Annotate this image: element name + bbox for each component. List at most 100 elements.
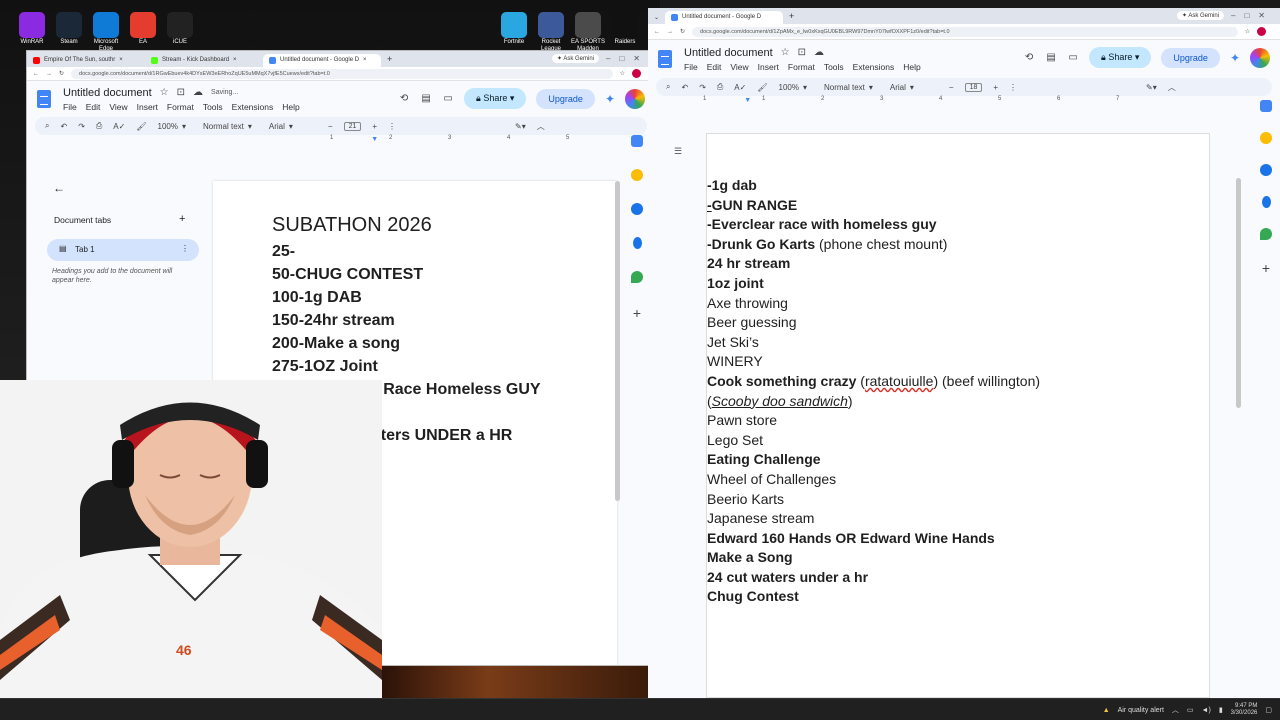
close-tab-icon[interactable]: × [233, 57, 237, 67]
back-icon[interactable]: ← [654, 29, 660, 35]
ruler[interactable]: 1 1 2 3 4 5 6 7 ▼ [703, 96, 1210, 106]
outline-icon[interactable]: ☰ [674, 146, 682, 157]
collapse-toolbar-icon[interactable]: ︿ [1168, 82, 1176, 93]
share-button[interactable]: 🔒︎ Share ▾ [464, 88, 527, 109]
contacts-icon[interactable] [632, 237, 642, 249]
bookmark-star-icon[interactable]: ☆ [1245, 28, 1250, 35]
menu-item-help[interactable]: Help [282, 102, 299, 112]
indent-marker-icon[interactable]: ▼ [744, 97, 751, 104]
new-tab-button[interactable]: + [381, 54, 398, 67]
close-tab-icon[interactable]: × [363, 57, 367, 67]
decrease-font-size-button[interactable]: − [949, 83, 954, 92]
window-controls[interactable]: –□✕ [606, 54, 649, 63]
reload-icon[interactable]: ↻ [59, 70, 64, 77]
increase-font-size-button[interactable]: + [993, 83, 998, 92]
profile-icon[interactable] [1257, 27, 1266, 36]
paint-format-icon[interactable]: 🖌︎ [757, 83, 767, 92]
menu-item-view[interactable]: View [730, 62, 748, 72]
doc-tab-1[interactable]: ▤ Tab 1 ⋮ [47, 239, 199, 261]
desktop-shortcut[interactable]: EA [123, 12, 163, 46]
forward-icon[interactable]: → [667, 29, 673, 35]
font-select[interactable]: Arial ▾ [890, 83, 938, 92]
search-menus-icon[interactable]: ⌕ [45, 121, 49, 131]
menu-item-format[interactable]: Format [788, 62, 815, 72]
history-icon[interactable]: ⟲ [398, 93, 410, 105]
more-options-icon[interactable]: ⋮ [388, 122, 396, 131]
zoom-select[interactable]: 100% ▾ [779, 83, 807, 92]
doc-title[interactable]: Untitled document [63, 87, 152, 99]
new-tab-button[interactable]: + [783, 11, 800, 24]
calendar-icon[interactable] [1260, 100, 1272, 112]
keep-icon[interactable] [631, 169, 643, 181]
window-controls[interactable]: –□✕ [1231, 11, 1274, 20]
upgrade-button[interactable]: Upgrade [536, 88, 595, 109]
share-button[interactable]: 🔒︎ Share ▾ [1089, 47, 1152, 68]
menu-item-file[interactable]: File [63, 102, 77, 112]
increase-font-size-button[interactable]: + [372, 122, 377, 131]
doc-title[interactable]: Untitled document [684, 47, 773, 59]
menu-item-tools[interactable]: Tools [824, 62, 844, 72]
volume-icon[interactable]: ◄) [1202, 707, 1211, 714]
get-addons-icon[interactable]: + [1262, 260, 1270, 276]
tab-google-doc[interactable]: Untitled document - Google D [665, 11, 784, 24]
undo-icon[interactable]: ↶ [681, 83, 688, 92]
star-icon[interactable]: ☆ [781, 47, 790, 58]
undo-icon[interactable]: ↶ [60, 122, 67, 131]
menu-item-edit[interactable]: Edit [707, 62, 722, 72]
paint-format-icon[interactable]: 🖌︎ [136, 122, 146, 131]
tray-overflow-icon[interactable]: ︿ [1172, 705, 1179, 715]
avatar[interactable] [625, 88, 645, 109]
desktop-shortcut[interactable]: EA SPORTS Madden [568, 12, 608, 53]
redo-icon[interactable]: ↷ [78, 122, 85, 131]
maps-icon[interactable] [1260, 228, 1272, 240]
avatar[interactable] [1250, 47, 1270, 68]
decrease-font-size-button[interactable]: − [328, 122, 333, 131]
close-tab-icon[interactable]: × [119, 57, 123, 67]
menu-item-extensions[interactable]: Extensions [853, 62, 895, 72]
battery-icon[interactable]: ▮ [1219, 706, 1223, 714]
browser-tab[interactable]: Stream - Kick Dashboard × [145, 54, 263, 67]
history-icon[interactable]: ⟲ [1023, 52, 1035, 64]
indent-marker-icon[interactable]: ▼ [371, 136, 378, 143]
maps-icon[interactable] [631, 271, 643, 283]
ask-gemini-button[interactable]: ✦ Ask Gemini [551, 54, 599, 63]
menu-item-insert[interactable]: Insert [758, 62, 779, 72]
meet-icon[interactable]: ▭ [1067, 52, 1079, 64]
comments-icon[interactable]: ▤ [420, 93, 432, 105]
tab-search-icon[interactable]: ⌄ [648, 14, 665, 24]
zoom-select[interactable]: 100% ▾ [158, 122, 186, 131]
desktop-shortcut[interactable]: Microsoft Edge [86, 12, 126, 53]
docs-logo-icon[interactable] [658, 50, 672, 68]
menu-item-extensions[interactable]: Extensions [232, 102, 274, 112]
redo-icon[interactable]: ↷ [699, 83, 706, 92]
desktop-shortcut[interactable]: Rocket League [531, 12, 571, 53]
bookmark-star-icon[interactable]: ☆ [620, 70, 625, 77]
star-icon[interactable]: ☆ [160, 87, 169, 98]
get-addons-icon[interactable]: + [633, 305, 641, 321]
menu-item-file[interactable]: File [684, 62, 698, 72]
search-menus-icon[interactable]: ⌕ [666, 82, 670, 92]
desktop-shortcut[interactable]: Fortnite [494, 12, 534, 46]
font-size-input[interactable]: 21 [343, 121, 362, 131]
editing-mode-icon[interactable]: ✎▾ [1146, 83, 1157, 92]
meet-icon[interactable]: ▭ [442, 93, 454, 105]
profile-icon[interactable] [632, 69, 641, 78]
forward-icon[interactable]: → [46, 71, 52, 77]
collapse-toolbar-icon[interactable]: ︿ [537, 121, 545, 132]
move-folder-icon[interactable]: ⊡ [798, 47, 806, 58]
network-icon[interactable]: ▭ [1187, 706, 1194, 714]
font-size-input[interactable]: 18 [964, 82, 983, 92]
spellcheck-icon[interactable]: A✓ [113, 122, 125, 131]
menu-item-format[interactable]: Format [167, 102, 194, 112]
docs-logo-icon[interactable] [37, 90, 51, 108]
clock[interactable]: 9:47 PM 3/30/2026 [1231, 703, 1258, 717]
menu-item-help[interactable]: Help [903, 62, 920, 72]
desktop-shortcut[interactable]: Steam [49, 12, 89, 46]
font-select[interactable]: Arial ▾ [269, 122, 317, 131]
gemini-sparkle-icon[interactable]: ✦ [1230, 51, 1240, 65]
scrollbar[interactable] [615, 181, 620, 501]
print-icon[interactable]: ⎙ [96, 121, 102, 131]
style-select[interactable]: Normal text ▾ [203, 122, 252, 131]
ruler[interactable]: 1 2 3 4 5 ▼ [213, 135, 617, 145]
comments-icon[interactable]: ▤ [1045, 52, 1057, 64]
